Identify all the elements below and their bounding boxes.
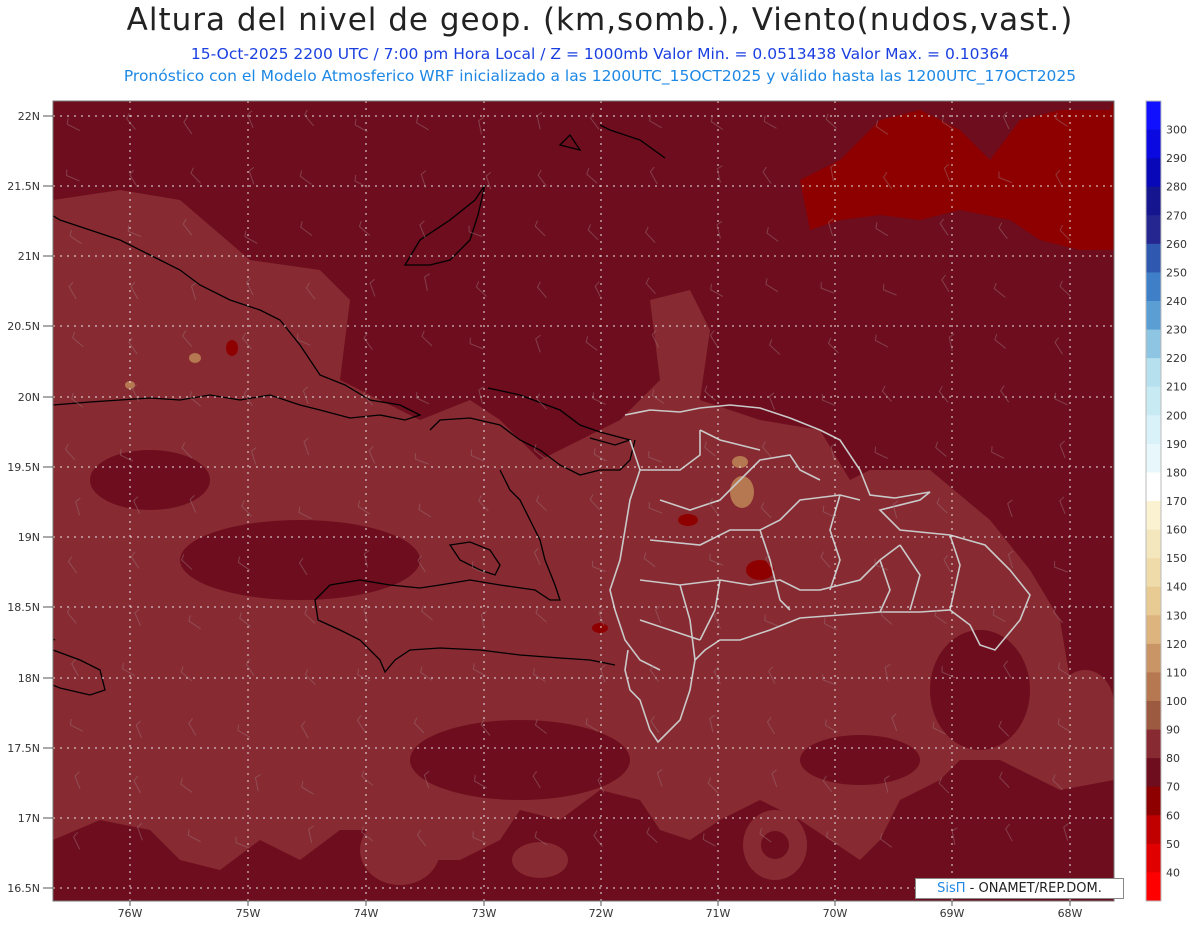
colorbar-label: 80 [1166,752,1180,765]
colorbar-swatch [1146,643,1161,673]
credit-text: - ONAMET/REP.DOM. [965,881,1102,896]
colorbar-label: 170 [1166,495,1187,508]
colorbar-swatch [1146,586,1161,616]
lon-tick-label: 68W [1058,907,1083,920]
lat-tick-label: 20.5N [7,320,40,333]
colorbar-swatch [1146,472,1161,502]
colorbar-swatch [1146,758,1161,788]
colorbar-swatch [1146,815,1161,845]
lat-tick-label: 21N [18,250,40,263]
colorbar-label: 300 [1166,124,1187,137]
colorbar-swatch [1146,615,1161,645]
longitude-ticks [129,901,1071,906]
lon-tick-label: 72W [589,907,614,920]
lat-tick-label: 20N [18,391,40,404]
colorbar-swatch [1146,701,1161,730]
colorbar-label: 200 [1166,409,1187,422]
map-plot-area [53,101,1114,901]
colorbar-label: 190 [1166,438,1187,451]
colorbar-label: 140 [1166,581,1187,594]
colorbar-label: 60 [1166,809,1180,822]
colorbar-label: 40 [1166,866,1180,879]
colorbar-label: 260 [1166,238,1187,251]
colorbar-swatch [1146,243,1161,273]
colorbar-label: 230 [1166,324,1187,337]
colorbar-swatch [1146,786,1161,816]
lon-tick-label: 69W [940,907,965,920]
colorbar-swatch [1146,443,1161,473]
colorbar-label: 110 [1166,666,1187,679]
lat-tick-label: 17N [18,812,40,825]
colorbar-swatch [1146,329,1161,359]
lat-tick-label: 16.5N [7,882,40,895]
lat-tick-label: 17.5N [7,742,40,755]
colorbar-label: 280 [1166,181,1187,194]
colorbar-labels: 300 290 280 270 260 250 240 230 220 210 200 190 180 1… [1166,124,1187,880]
lon-tick-label: 76W [118,907,143,920]
lon-tick-label: 73W [472,907,497,920]
lat-tick-label: 18.5N [7,601,40,614]
colorbar-swatch [1146,186,1161,216]
colorbar-swatch [1146,729,1161,759]
lat-tick-label: 21.5N [7,180,40,193]
colorbar-swatch [1146,501,1161,530]
colorbar-swatch [1146,386,1161,416]
colorbar-label: 100 [1166,695,1187,708]
credit-brand: SisΠ [937,881,966,896]
colorbar-label: 250 [1166,266,1187,279]
lat-tick-label: 18N [18,672,40,685]
colorbar-label: 160 [1166,524,1187,537]
lat-tick-label: 19N [18,531,40,544]
longitude-axis: 76W 75W 74W 73W 72W 71W 70W 69W 68W [118,907,1083,920]
colorbar-swatch [1146,129,1161,159]
colorbar-label: 130 [1166,609,1187,622]
colorbar-label: 290 [1166,152,1187,165]
credit-box: SisΠ - ONAMET/REP.DOM. [915,878,1124,899]
latitude-ticks [43,115,53,889]
colorbar-swatch [1146,529,1161,559]
forecast-map: 22N 21.5N 21N 20.5N 20N 19.5N 19N 18.5N … [7,100,1187,920]
colorbar-swatch [1146,215,1161,245]
colorbar-swatch [1146,272,1161,302]
colorbar-label: 150 [1166,552,1187,565]
colorbar-swatch [1146,558,1161,588]
colorbar-label: 240 [1166,295,1187,308]
lon-tick-label: 75W [236,907,261,920]
colorbar-label: 50 [1166,838,1180,851]
lat-tick-label: 22N [18,110,40,123]
colorbar-label: 90 [1166,724,1180,737]
colorbar-swatch [1146,101,1161,130]
colorbar-label: 180 [1166,466,1187,479]
colorbar-swatch [1146,415,1161,445]
colorbar-label: 120 [1166,638,1187,651]
colorbar-swatch [1146,358,1161,388]
colorbar-swatch [1146,872,1161,902]
colorbar-swatch [1146,672,1161,702]
colorbar-label: 210 [1166,381,1187,394]
lon-tick-label: 71W [706,907,731,920]
latitude-axis: 22N 21.5N 21N 20.5N 20N 19.5N 19N 18.5N … [7,110,40,895]
colorbar-swatch [1146,301,1161,330]
colorbar-swatch [1146,158,1161,188]
colorbar-label: 70 [1166,781,1180,794]
lat-tick-label: 19.5N [7,461,40,474]
colorbar-swatch [1146,843,1161,873]
colorbar-label: 270 [1166,209,1187,222]
lon-tick-label: 74W [354,907,379,920]
colorbar [1145,100,1162,902]
colorbar-label: 220 [1166,352,1187,365]
lon-tick-label: 70W [823,907,848,920]
